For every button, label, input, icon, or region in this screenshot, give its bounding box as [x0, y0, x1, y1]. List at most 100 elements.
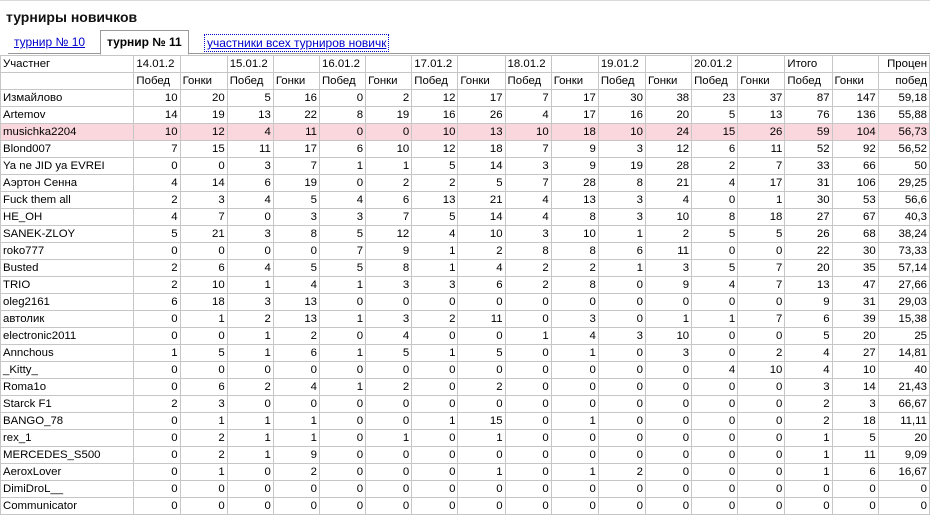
participant-name: BANGO_78: [0, 412, 135, 430]
header-races: Гонки: [644, 72, 693, 90]
stat-cell: 3: [318, 208, 367, 226]
stat-cell: 5: [457, 174, 506, 192]
stat-cell: 13: [411, 191, 459, 209]
stat-cell: 11: [831, 446, 879, 464]
stat-cell: 0: [457, 293, 506, 311]
stat-cell: 26: [784, 225, 833, 243]
stat-cell: 37: [737, 89, 786, 107]
stat-cell: 2: [691, 157, 739, 175]
stat-cell: 6: [179, 378, 228, 396]
stat-cell: 0: [226, 497, 274, 515]
header-date: 17.01.2: [411, 55, 459, 73]
stat-cell: 0: [504, 480, 552, 498]
stat-cell: 0: [504, 361, 552, 379]
stat-cell: 4: [226, 123, 274, 141]
table-row: Аэртон Сенна 4 14 6 19 0 2 2 5 7 28 8 21 4 17 31 106 29,2…: [0, 174, 930, 192]
stat-cell: 0: [272, 395, 320, 413]
stat-cell: 1: [411, 412, 459, 430]
stat-cell: 5: [784, 327, 833, 345]
header-wins: Побед: [226, 72, 274, 90]
header-wins: Побед: [597, 72, 646, 90]
stat-cell: 0: [504, 395, 552, 413]
stat-cell: 0: [133, 446, 181, 464]
stat-cell: 0: [411, 429, 459, 447]
participant-name: Fuck them all: [0, 191, 135, 209]
stat-cell: 0: [318, 395, 367, 413]
stat-cell: 0: [226, 463, 274, 481]
stat-cell: 3: [597, 140, 646, 158]
stat-cell: 0: [737, 395, 786, 413]
stat-cell: 14: [457, 157, 506, 175]
table-row: Fuck them all 2 3 4 5 4 6 13 21 4 13 3 4 0 1 30 53 56,6: [0, 191, 930, 209]
stat-cell: 2: [365, 89, 413, 107]
stat-cell: 0: [272, 497, 320, 515]
stat-cell: 3: [597, 327, 646, 345]
stat-cell: 0: [644, 497, 693, 515]
stat-cell: 19: [272, 174, 320, 192]
stat-cell: 16: [411, 106, 459, 124]
stat-cell: 0: [597, 293, 646, 311]
stat-cell: 39: [831, 310, 879, 328]
stat-cell: 10: [597, 123, 646, 141]
stat-cell: 10: [644, 208, 693, 226]
stat-cell: 8: [597, 174, 646, 192]
stat-cell: 13: [784, 276, 833, 294]
stat-cell: 0: [597, 395, 646, 413]
participant-name: Annchous: [0, 344, 135, 362]
stat-cell: 5: [272, 191, 320, 209]
participant-name: MERCEDES_S500: [0, 446, 135, 464]
stat-cell: 7: [737, 276, 786, 294]
stat-cell: 0: [644, 480, 693, 498]
stat-cell: 106: [831, 174, 879, 192]
stat-cell: 3: [226, 157, 274, 175]
participant-name: SANEK-ZLOY: [0, 225, 135, 243]
stat-cell: 0: [691, 412, 739, 430]
stat-cell: 0: [597, 412, 646, 430]
stat-cell: 1: [179, 310, 228, 328]
stat-cell: 3: [550, 310, 599, 328]
stat-cell: 21: [457, 191, 506, 209]
tab-bar: турнир № 10 турнир № 11 участники всех т…: [8, 30, 930, 55]
stat-cell: 13: [457, 123, 506, 141]
stat-cell: 2: [644, 225, 693, 243]
stat-cell: 2: [365, 378, 413, 396]
stat-cell: 17: [737, 174, 786, 192]
stat-cell: 1: [784, 463, 833, 481]
stat-cell: 2: [272, 327, 320, 345]
stat-cell: 0: [133, 429, 181, 447]
stat-cell: 20: [831, 327, 879, 345]
tab-all-participants[interactable]: участники всех турниров новичк: [204, 34, 390, 52]
header-date: 14.01.2: [133, 55, 181, 73]
stat-cell: 2: [737, 344, 786, 362]
stat-cell: 0: [411, 463, 459, 481]
table-row: Измайлово 10 20 5 16 0 2 12 17 7 17 30 38 23 37 87 147 59…: [0, 89, 930, 107]
stat-cell: 1: [504, 327, 552, 345]
tab-tournament-10[interactable]: турнир № 10: [8, 32, 91, 52]
stat-cell: 76: [784, 106, 833, 124]
tab-tournament-11[interactable]: турнир № 11: [100, 30, 189, 55]
stat-cell: 0: [457, 327, 506, 345]
stat-cell: 4: [272, 378, 320, 396]
stat-cell: 5: [133, 225, 181, 243]
stat-cell: 22: [784, 242, 833, 260]
header-wins: Побед: [411, 72, 459, 90]
header-races: Гонки: [365, 72, 413, 90]
stat-cell: 8: [691, 208, 739, 226]
stat-cell: 0: [318, 327, 367, 345]
stat-cell: 1: [737, 191, 786, 209]
stat-cell: 1: [226, 327, 274, 345]
stat-cell: 0: [226, 361, 274, 379]
win-percent-cell: 55,88: [877, 106, 930, 124]
participant-name: автолик: [0, 310, 135, 328]
table-row: Communicator 0 0 0 0 0 0 0 0 0 0 0 0 0 0 0 0 0: [0, 497, 930, 515]
win-percent-cell: 16,67: [877, 463, 930, 481]
stat-cell: 17: [550, 89, 599, 107]
participant-name: electronic2011: [0, 327, 135, 345]
stat-cell: 2: [504, 276, 552, 294]
stat-cell: 8: [365, 259, 413, 277]
stat-cell: 8: [318, 106, 367, 124]
stat-cell: 0: [691, 242, 739, 260]
stat-cell: 11: [226, 140, 274, 158]
stat-cell: 0: [504, 310, 552, 328]
win-percent-cell: 29,03: [877, 293, 930, 311]
